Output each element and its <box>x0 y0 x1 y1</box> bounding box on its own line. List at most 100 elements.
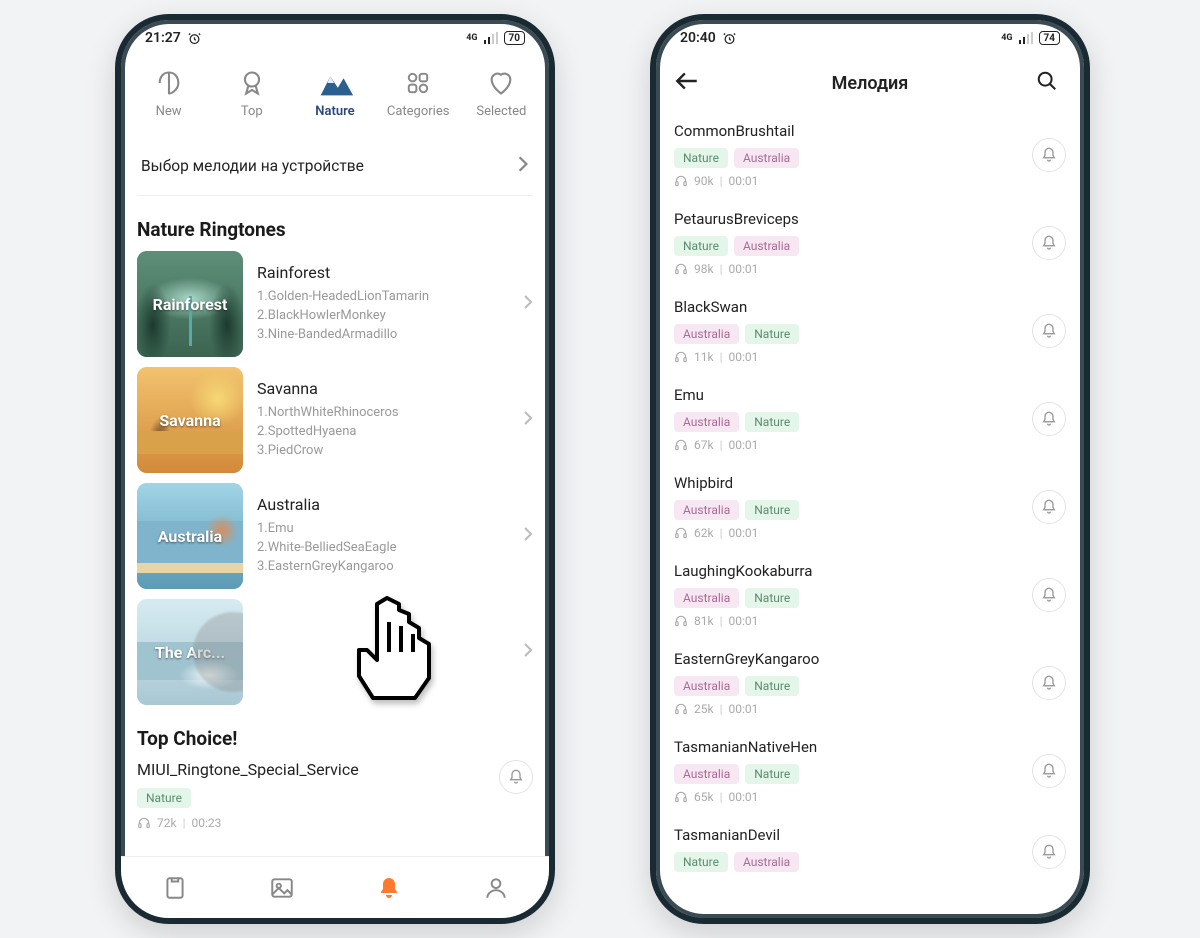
collection-savanna[interactable]: Savanna Savanna 1.NorthWhiteRhinoceros2.… <box>137 367 533 473</box>
nav-profile[interactable] <box>476 875 516 901</box>
collection-thumb: Savanna <box>137 367 243 473</box>
set-ringtone-button[interactable] <box>1032 666 1066 700</box>
bottom-nav <box>121 856 549 918</box>
app-bar: Мелодия <box>656 56 1084 110</box>
set-ringtone-button[interactable] <box>1032 402 1066 436</box>
nav-ringtones-active[interactable] <box>369 876 409 900</box>
alarm-icon <box>187 31 202 46</box>
headphones-icon <box>674 350 688 364</box>
tab-categories[interactable]: Categories <box>380 66 456 119</box>
signal-icon <box>1019 32 1033 44</box>
mountain-icon <box>315 66 355 100</box>
tab-new[interactable]: New <box>131 66 207 119</box>
tag-nature: Nature <box>674 148 728 168</box>
tag-nature: Nature <box>674 236 728 256</box>
track-row[interactable]: TasmanianNativeHen AustraliaNature 65k|0… <box>674 728 1066 816</box>
set-ringtone-button[interactable] <box>1032 835 1066 869</box>
track-title: LaughingKookaburra <box>674 562 1032 580</box>
ribbon-icon <box>232 66 272 100</box>
track-list[interactable]: CommonBrushtail NatureAustralia 90k|00:0… <box>656 110 1084 890</box>
collection-title: Australia <box>257 495 509 514</box>
tab-top[interactable]: Top <box>214 66 290 119</box>
battery-icon: 74 <box>1039 31 1060 45</box>
back-button[interactable] <box>674 71 704 95</box>
status-time: 20:40 <box>680 30 716 46</box>
search-button[interactable] <box>1036 70 1066 96</box>
top-choice-meta: 72k | 00:23 <box>137 816 499 830</box>
headphones-icon <box>674 614 688 628</box>
top-choice-item[interactable]: MIUI_Ringtone_Special_Service Nature 72k… <box>137 760 533 830</box>
headphones-icon <box>674 790 688 804</box>
top-choice-item-title: MIUI_Ringtone_Special_Service <box>137 760 499 779</box>
tag-nature: Nature <box>137 788 191 808</box>
tag-nature: Nature <box>674 852 728 872</box>
track-meta: 67k|00:01 <box>674 438 1032 452</box>
collection-thumb-label: Savanna <box>159 411 220 430</box>
track-title: Emu <box>674 386 1032 404</box>
track-row[interactable]: Emu Australia Nature 67k|00:01 <box>674 376 1066 464</box>
top-tabs: New Top Nature Categories Selected <box>121 56 549 123</box>
set-ringtone-button[interactable] <box>1032 578 1066 612</box>
track-meta: 62k|00:01 <box>674 526 1032 540</box>
track-title: EasternGreyKangaroo <box>674 650 1032 668</box>
chevron-right-icon <box>509 642 533 662</box>
track-meta: 81k|00:01 <box>674 614 1032 628</box>
track-meta: 65k|00:01 <box>674 790 1032 804</box>
set-ringtone-button[interactable] <box>1032 314 1066 348</box>
track-row[interactable]: CommonBrushtail NatureAustralia 90k|00:0… <box>674 112 1066 200</box>
collection-rainforest[interactable]: Rainforest Rainforest 1.Golden-HeadedLio… <box>137 251 533 357</box>
headphones-icon <box>674 438 688 452</box>
track-row[interactable]: LaughingKookaburra AustraliaNature 81k|0… <box>674 552 1066 640</box>
headphones-icon <box>674 262 688 276</box>
set-ringtone-button[interactable] <box>499 760 533 794</box>
grid-icon <box>398 66 438 100</box>
track-row[interactable]: PetaurusBreviceps NatureAustralia 98k|00… <box>674 200 1066 288</box>
collection-title: Rainforest <box>257 263 509 282</box>
track-row[interactable]: TasmanianDevil NatureAustralia <box>674 816 1066 890</box>
chevron-right-icon <box>509 410 533 430</box>
chevron-right-icon <box>509 294 533 314</box>
nav-wallpapers[interactable] <box>262 875 302 901</box>
track-row[interactable]: EasternGreyKangaroo AustraliaNature 25k|… <box>674 640 1066 728</box>
headphones-icon <box>674 174 688 188</box>
tag-nature: Nature <box>745 500 799 520</box>
track-row[interactable]: BlackSwan AustraliaNature 11k|00:01 <box>674 288 1066 376</box>
collection-title: Savanna <box>257 379 509 398</box>
section-title-nature-ringtones: Nature Ringtones <box>137 218 533 241</box>
collection-australia[interactable]: Australia Australia 1.Emu2.White-Bellied… <box>137 483 533 589</box>
tag-australia: Australia <box>734 852 799 872</box>
status-bar: 21:27 4G 70 <box>121 20 549 56</box>
tag-australia: Australia <box>674 764 739 784</box>
phone-right: 20:40 4G 74 Мелодия CommonBrushtail Natu… <box>650 14 1090 924</box>
status-time: 21:27 <box>145 30 181 46</box>
tab-selected[interactable]: Selected <box>463 66 539 119</box>
tab-nature[interactable]: Nature <box>297 66 373 119</box>
section-title-top-choice: Top Choice! <box>137 727 533 750</box>
track-meta: 11k|00:01 <box>674 350 1032 364</box>
track-title: PetaurusBreviceps <box>674 210 1032 228</box>
battery-icon: 70 <box>504 31 525 45</box>
set-ringtone-button[interactable] <box>1032 754 1066 788</box>
collection-thumb-label: Australia <box>158 527 222 546</box>
tag-australia: Australia <box>674 412 739 432</box>
tag-australia: Australia <box>674 588 739 608</box>
tag-australia: Australia <box>674 324 739 344</box>
chevron-right-icon <box>505 155 529 177</box>
device-melody-row[interactable]: Выбор мелодии на устройстве <box>137 145 533 196</box>
track-meta: 90k|00:01 <box>674 174 1032 188</box>
collection-thumb: Rainforest <box>137 251 243 357</box>
alarm-icon <box>722 31 737 46</box>
track-row[interactable]: Whipbird AustraliaNature 62k|00:01 <box>674 464 1066 552</box>
network-4g: 4G <box>466 33 477 43</box>
tag-australia: Australia <box>734 236 799 256</box>
tag-nature: Nature <box>745 764 799 784</box>
track-title: Whipbird <box>674 474 1032 492</box>
set-ringtone-button[interactable] <box>1032 490 1066 524</box>
set-ringtone-button[interactable] <box>1032 138 1066 172</box>
collection-thumb: The Arc... <box>137 599 243 705</box>
tag-australia: Australia <box>674 676 739 696</box>
set-ringtone-button[interactable] <box>1032 226 1066 260</box>
tag-nature: Nature <box>745 412 799 432</box>
nav-themes[interactable] <box>155 875 195 901</box>
tag-nature: Nature <box>745 324 799 344</box>
